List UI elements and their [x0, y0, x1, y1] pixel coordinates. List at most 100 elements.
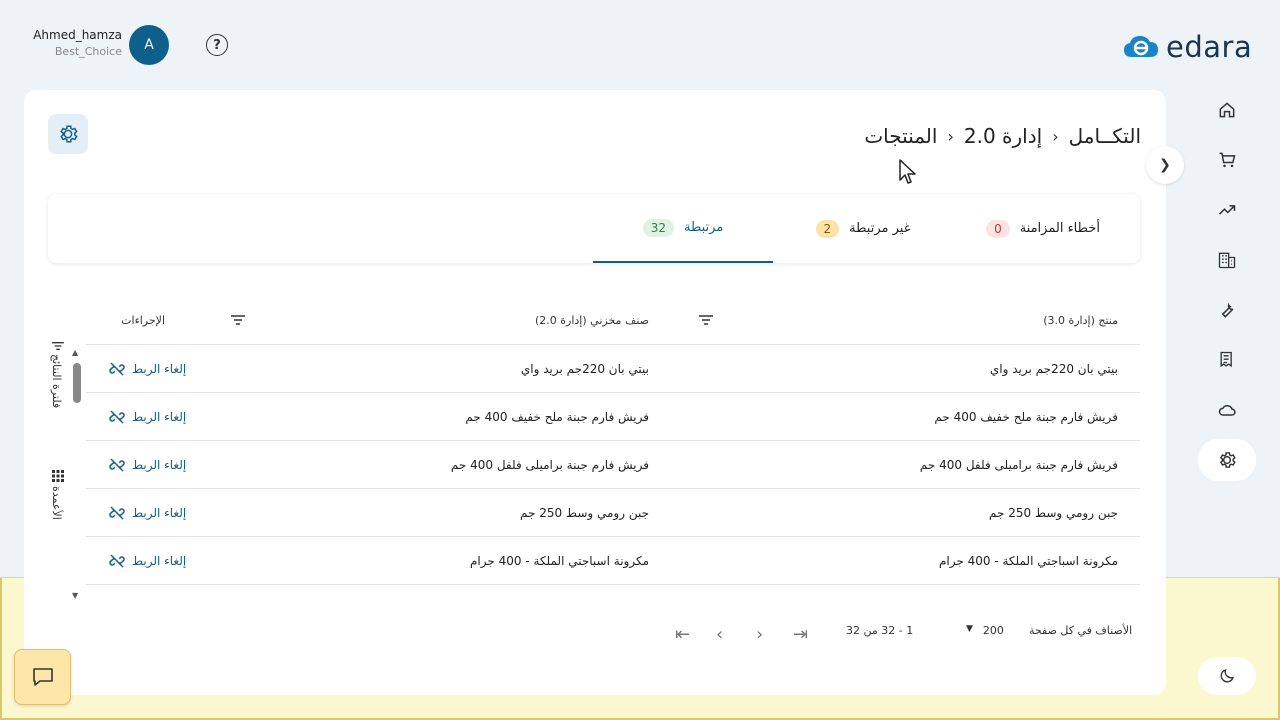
user-info[interactable]: Ahmed_hamza Best_Choice: [20, 28, 122, 58]
scroll-thumb[interactable]: [73, 363, 81, 403]
building-icon: [1218, 252, 1236, 269]
unlink-icon: [109, 362, 125, 376]
gear-icon: [1219, 452, 1236, 468]
last-page-icon[interactable]: ⇥: [793, 624, 808, 645]
unlink-icon: [109, 458, 125, 472]
receipt-icon: [1220, 351, 1232, 368]
unlink-label: إلغاء الربط: [132, 410, 187, 424]
chevron-left-icon: ‹: [1052, 126, 1059, 146]
first-page-icon[interactable]: ⇤: [675, 624, 690, 645]
cloud-icon: [1218, 404, 1236, 416]
item-cell: فريش فارم جبنة ملح خفيف 400 جم: [465, 410, 649, 424]
per-page-select[interactable]: ▼ 200: [966, 624, 1004, 637]
columns-tab[interactable]: الأعمدة: [50, 486, 63, 520]
breadcrumb: التكــامل ‹ إدارة 2.0 ‹ المنتجات: [864, 124, 1141, 148]
scroll-down-icon[interactable]: ▼: [72, 591, 78, 600]
breadcrumb-integration[interactable]: التكــامل: [1069, 124, 1141, 148]
side-panel: فلترة النتائج الأعمدة: [48, 340, 70, 540]
avatar[interactable]: A: [129, 25, 169, 65]
tab-label: مرتبطة: [683, 220, 724, 235]
cart-icon: [1219, 152, 1236, 168]
gear-icon: [60, 125, 78, 143]
table-row: بيتي بان 220جم بريد واي بيتي بان 220جم ب…: [86, 345, 1140, 393]
filter-results-tab[interactable]: فلترة النتائج: [50, 354, 63, 408]
theme-toggle-button[interactable]: [1198, 657, 1256, 695]
nav-settings[interactable]: [1198, 439, 1256, 481]
breadcrumb-edara2[interactable]: إدارة 2.0: [964, 124, 1042, 148]
chat-icon: [32, 668, 53, 686]
column-header-actions: الإجراءات: [121, 313, 165, 327]
tab-unlinked[interactable]: غير مرتبطة 2: [773, 194, 953, 263]
next-page-icon[interactable]: ›: [756, 624, 763, 645]
product-cell: بيتي بان 220جم بريد واي: [989, 362, 1118, 376]
unlink-icon: [109, 410, 125, 424]
moon-icon: [1220, 668, 1235, 683]
item-cell: فريش فارم جبنة براميلى فلفل 400 جم: [450, 458, 649, 472]
nav-company[interactable]: [1198, 240, 1256, 280]
filter-icon[interactable]: [51, 341, 65, 351]
nav-reports[interactable]: [1198, 190, 1256, 230]
user-name: Ahmed_hamza: [33, 28, 122, 42]
unlink-label: إلغاء الربط: [132, 554, 187, 568]
unlink-button[interactable]: إلغاء الربط: [108, 489, 186, 537]
unlink-button[interactable]: إلغاء الربط: [108, 441, 186, 489]
unlink-button[interactable]: إلغاء الربط: [108, 393, 186, 441]
prev-page-icon[interactable]: ‹: [716, 624, 723, 645]
tab-count-badge: 0: [986, 219, 1010, 238]
columns-grid-icon[interactable]: [52, 470, 64, 482]
nav-cloud[interactable]: [1198, 390, 1256, 430]
home-icon: [1219, 102, 1235, 118]
tab-linked[interactable]: مرتبطة 32: [593, 194, 773, 263]
nav-tools[interactable]: [1198, 290, 1256, 330]
user-company: Best_Choice: [54, 45, 122, 58]
tab-sync-errors[interactable]: أخطاء المزامنة 0: [948, 194, 1138, 263]
product-cell: فريش فارم جبنة ملح خفيف 400 جم: [934, 410, 1118, 424]
product-cell: فريش فارم جبنة براميلى فلفل 400 جم: [919, 458, 1118, 472]
per-page-value: 200: [982, 624, 1004, 637]
table-row: جبن رومي وسط 250 جم جبن رومي وسط 250 جم …: [86, 489, 1140, 537]
product-cell: مكرونة اسباجتي الملكة - 400 جرام: [938, 554, 1118, 568]
item-cell: بيتي بان 220جم بريد واي: [520, 362, 649, 376]
tabs-bar: أخطاء المزامنة 0 غير مرتبطة 2 مرتبطة 32: [48, 194, 1140, 263]
table-row: مكرونة اسباجتي الملكة - 400 جرام مكرونة …: [86, 537, 1140, 585]
page-title: المنتجات: [864, 124, 938, 148]
settings-button[interactable]: [48, 114, 88, 154]
nav-sales[interactable]: [1198, 140, 1256, 180]
chat-button[interactable]: [14, 649, 71, 705]
filter-icon[interactable]: [230, 296, 246, 344]
product-cell: جبن رومي وسط 250 جم: [988, 506, 1118, 520]
chevron-right-icon: ❯: [1159, 157, 1171, 173]
logo: edara: [1122, 30, 1252, 64]
column-header-item: صنف مخزني (إدارة 2.0): [534, 313, 649, 327]
wrench-icon: [1221, 302, 1234, 318]
logo-text: edara: [1166, 30, 1253, 64]
table-scrollbar[interactable]: ▲ ▼: [72, 348, 82, 600]
table-row: فريش فارم جبنة ملح خفيف 400 جم فريش فارم…: [86, 393, 1140, 441]
per-page-label: الأصناف في كل صفحة: [1029, 624, 1133, 637]
table-row: فريش فارم جبنة براميلى فلفل 400 جم فريش …: [86, 441, 1140, 489]
help-icon[interactable]: ?: [206, 34, 228, 56]
unlink-label: إلغاء الربط: [132, 362, 187, 376]
item-cell: جبن رومي وسط 250 جم: [519, 506, 649, 520]
filter-icon[interactable]: [698, 296, 714, 344]
unlink-icon: [109, 506, 125, 520]
unlink-button[interactable]: إلغاء الربط: [108, 537, 186, 585]
dropdown-arrow-icon: ▼: [966, 624, 973, 634]
tab-label: أخطاء المزامنة: [1019, 221, 1100, 236]
item-cell: مكرونة اسباجتي الملكة - 400 جرام: [469, 554, 649, 568]
chevron-left-icon: ‹: [947, 126, 954, 146]
tab-count-badge: 32: [642, 218, 674, 237]
column-header-product: منتج (إدارة 3.0): [1043, 313, 1118, 327]
unlink-label: إلغاء الربط: [132, 506, 187, 520]
nav-accounting[interactable]: [1198, 340, 1256, 380]
collapse-sidebar-button[interactable]: ❯: [1146, 146, 1184, 184]
unlink-icon: [109, 554, 125, 568]
page-range: 1 - 32 من 32: [846, 624, 914, 637]
unlink-button[interactable]: إلغاء الربط: [108, 345, 186, 393]
tab-label: غير مرتبطة: [849, 221, 911, 236]
mouse-cursor-icon: [899, 159, 916, 184]
cloud-logo-icon: [1124, 36, 1158, 57]
scroll-up-icon[interactable]: ▲: [72, 348, 78, 357]
nav-home[interactable]: [1198, 90, 1256, 130]
trending-icon: [1218, 205, 1236, 215]
